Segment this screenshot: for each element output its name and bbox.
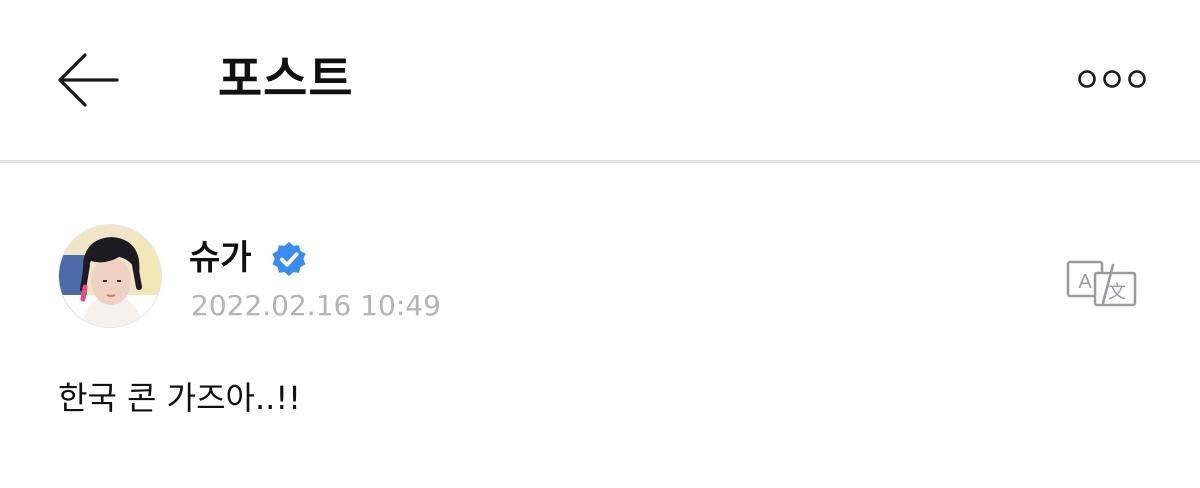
page-title: 포스트 [218,51,354,107]
verified-badge-icon [272,241,306,277]
svg-text:文: 文 [1108,282,1126,303]
more-dots-icon [1078,70,1146,88]
more-options-button[interactable] [1070,58,1154,100]
back-button[interactable] [52,46,124,114]
profile-photo [59,225,161,327]
header-divider [0,160,1200,163]
post-content: 한국 콘 가즈아..!! [58,379,301,417]
arrow-left-icon [58,53,119,107]
post-timestamp: 2022.02.16 10:49 [191,289,441,322]
translate-icon: A 文 [1066,260,1137,307]
svg-text:A: A [1078,271,1092,293]
translate-button[interactable]: A 文 [1062,256,1142,312]
author-name[interactable]: 슈가 [189,232,252,284]
header: 포스트 [0,0,1200,160]
avatar[interactable] [58,224,162,328]
